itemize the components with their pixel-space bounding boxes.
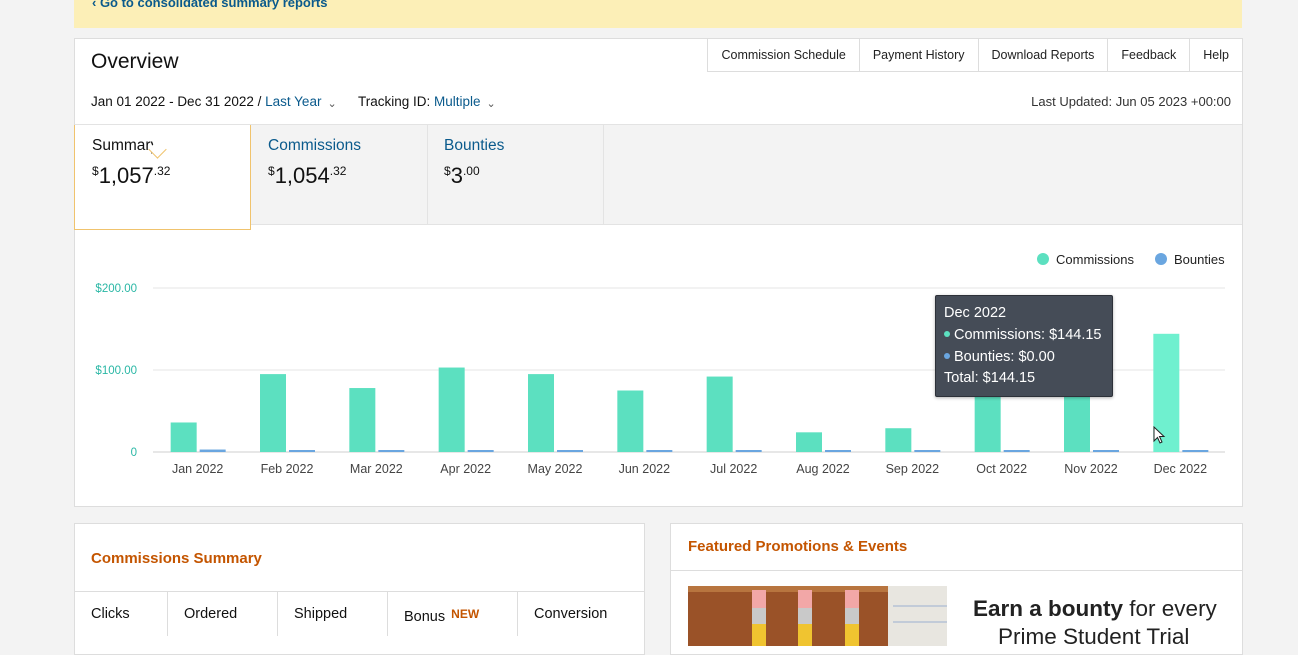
commissions-bar bbox=[260, 374, 286, 452]
tab-commissions-label: Commissions bbox=[268, 137, 362, 154]
commissions-summary-panel: Commissions Summary Clicks Ordered Shipp… bbox=[74, 523, 645, 655]
commissions-bar bbox=[617, 390, 644, 452]
x-tick-label: Apr 2022 bbox=[440, 462, 491, 476]
column-bonus[interactable]: Bonus NEW bbox=[388, 592, 518, 636]
tab-commissions[interactable]: Commissions $1,054.32 bbox=[251, 125, 427, 224]
commissions-bar bbox=[974, 394, 1001, 452]
overview-card: Overview Commission Schedule Payment His… bbox=[74, 38, 1243, 507]
tracking-label: Tracking ID: bbox=[357, 94, 431, 109]
commissions-summary-header: Clicks Ordered Shipped Bonus NEW Convers… bbox=[75, 591, 644, 642]
chevron-down-icon[interactable]: ⌄ bbox=[327, 97, 336, 110]
bounties-bar bbox=[199, 449, 226, 452]
tooltip-total: Total: $144.15 bbox=[944, 370, 1036, 386]
payment-history-button[interactable]: Payment History bbox=[859, 38, 979, 72]
legend-dot-icon bbox=[1037, 253, 1049, 265]
column-ordered[interactable]: Ordered bbox=[168, 592, 278, 636]
tooltip-bounties: Bounties: $0.00 bbox=[944, 349, 1055, 365]
x-tick-label: Dec 2022 bbox=[1154, 462, 1208, 476]
x-tick-label: Feb 2022 bbox=[261, 462, 314, 476]
commissions-dot-icon bbox=[944, 331, 950, 337]
x-tick-label: Jan 2022 bbox=[172, 462, 223, 476]
period-dropdown[interactable]: Last Year bbox=[265, 94, 321, 109]
commissions-bar bbox=[170, 422, 197, 452]
column-clicks[interactable]: Clicks bbox=[75, 592, 168, 636]
column-conversion[interactable]: Conversion bbox=[518, 592, 644, 636]
help-button[interactable]: Help bbox=[1190, 38, 1243, 72]
commissions-bar bbox=[438, 367, 465, 452]
divider bbox=[671, 570, 1242, 571]
column-shipped[interactable]: Shipped bbox=[278, 592, 388, 636]
chevron-down-icon[interactable]: ⌄ bbox=[487, 97, 496, 110]
x-tick-label: May 2022 bbox=[528, 462, 583, 476]
new-badge: NEW bbox=[451, 607, 480, 621]
tab-bounties[interactable]: Bounties $3.00 bbox=[427, 125, 603, 224]
bounties-bar bbox=[378, 450, 405, 452]
bounties-bar bbox=[289, 450, 315, 452]
tab-divider bbox=[603, 125, 604, 224]
chart-tooltip: Dec 2022 Commissions: $144.15 Bounties: … bbox=[935, 295, 1113, 397]
commission-schedule-button[interactable]: Commission Schedule bbox=[708, 38, 860, 72]
tab-summary[interactable]: Summary $1,057.32 bbox=[74, 125, 251, 230]
bounties-bar bbox=[467, 450, 494, 452]
commissions-bar bbox=[706, 376, 733, 452]
commissions-bar bbox=[885, 428, 912, 452]
tooltip-commissions: Commissions: $144.15 bbox=[944, 327, 1102, 343]
last-updated: Last Updated: Jun 05 2023 +00:00 bbox=[1031, 94, 1231, 109]
legend-dot-icon bbox=[1155, 253, 1167, 265]
tracking-id-dropdown[interactable]: Multiple bbox=[434, 94, 481, 109]
commissions-bar bbox=[528, 374, 554, 452]
x-tick-label: Mar 2022 bbox=[350, 462, 403, 476]
page-title: Overview bbox=[91, 50, 179, 73]
bounties-bar bbox=[825, 450, 851, 452]
commissions-bar bbox=[349, 388, 376, 452]
commissions-bar bbox=[796, 432, 822, 452]
promo-image[interactable] bbox=[688, 586, 947, 646]
banner: ‹ Go to consolidated summary reports bbox=[74, 0, 1242, 28]
y-tick-label: $100.00 bbox=[95, 365, 137, 377]
tab-commissions-amount: $1,054.32 bbox=[268, 163, 347, 188]
overview-nav: Commission Schedule Payment History Down… bbox=[707, 38, 1243, 72]
tab-summary-label: Summary bbox=[92, 137, 159, 154]
feedback-button[interactable]: Feedback bbox=[1108, 38, 1191, 72]
x-tick-label: Jul 2022 bbox=[710, 462, 757, 476]
commissions-summary-title: Commissions Summary bbox=[91, 550, 262, 567]
mouse-cursor-icon bbox=[1153, 426, 1166, 444]
tab-bounties-amount: $3.00 bbox=[444, 163, 480, 188]
promo-headline: Earn a bounty for every bbox=[973, 596, 1217, 621]
bounties-bar bbox=[1182, 450, 1209, 452]
commissions-bar bbox=[1064, 394, 1090, 452]
tab-summary-amount: $1,057.32 bbox=[92, 163, 171, 188]
x-tick-label: Oct 2022 bbox=[976, 462, 1027, 476]
x-tick-label: Jun 2022 bbox=[619, 462, 670, 476]
tooltip-title: Dec 2022 bbox=[944, 305, 1007, 321]
bounties-dot-icon bbox=[944, 353, 950, 359]
download-reports-button[interactable]: Download Reports bbox=[978, 38, 1109, 72]
bounties-bar bbox=[557, 450, 583, 452]
x-tick-label: Nov 2022 bbox=[1064, 462, 1118, 476]
promo-subline: Prime Student Trial bbox=[998, 624, 1190, 649]
bounties-bar bbox=[735, 450, 762, 452]
tab-bounties-label: Bounties bbox=[444, 137, 505, 154]
consolidated-reports-link[interactable]: ‹ Go to consolidated summary reports bbox=[92, 0, 328, 10]
date-filter-row: Jan 01 2022 - Dec 31 2022 / Last Year ⌄ T… bbox=[91, 94, 496, 110]
y-tick-label: 0 bbox=[131, 447, 137, 459]
bounties-bar bbox=[914, 450, 941, 452]
summary-tabs: Summary $1,057.32 Commissions $1,054.32 … bbox=[74, 124, 1242, 230]
bounties-bar bbox=[646, 450, 673, 452]
x-tick-label: Sep 2022 bbox=[886, 462, 940, 476]
promotions-title: Featured Promotions & Events bbox=[688, 538, 908, 555]
legend-label: Commissions bbox=[1056, 252, 1135, 267]
date-range: Jan 01 2022 - Dec 31 2022 / bbox=[91, 94, 262, 109]
y-tick-label: $200.00 bbox=[95, 283, 137, 295]
bounties-bar bbox=[1003, 450, 1030, 452]
x-tick-label: Aug 2022 bbox=[796, 462, 850, 476]
bounties-bar bbox=[1093, 450, 1119, 452]
promotions-panel: Featured Promotions & Events Earn a boun… bbox=[670, 523, 1243, 655]
legend-label: Bounties bbox=[1174, 252, 1225, 267]
